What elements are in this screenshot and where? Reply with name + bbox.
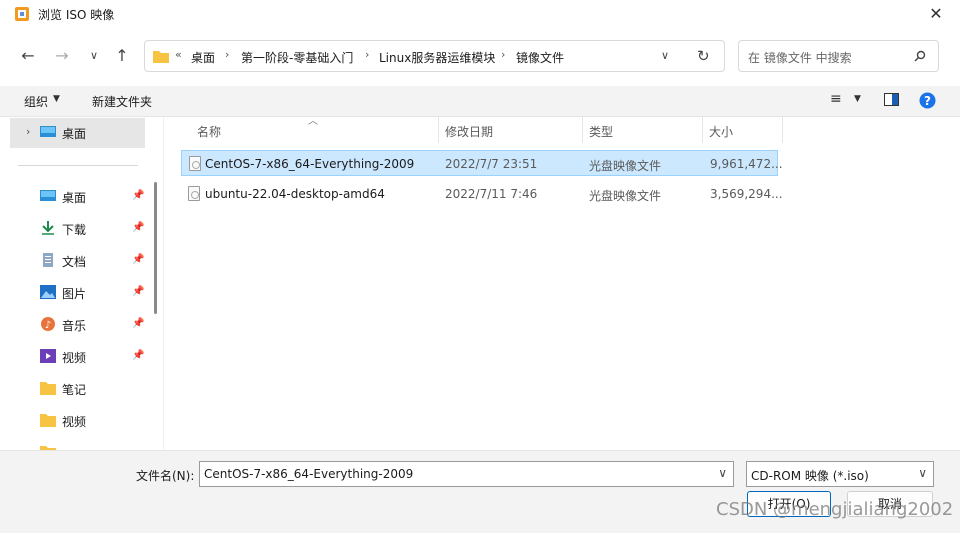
svg-text:?: ? [924, 94, 931, 108]
breadcrumb-overflow[interactable]: « [175, 48, 182, 61]
nav-divider [18, 165, 138, 166]
preview-pane-icon[interactable] [884, 93, 899, 106]
pin-icon[interactable]: 📌 [132, 222, 144, 233]
search-input[interactable]: 在 镜像文件 中搜索 [748, 49, 852, 66]
breadcrumb-separator-icon[interactable]: › [501, 48, 505, 61]
watermark-text: CSDN @mengjialiang2002 [716, 499, 954, 520]
nav-item-label: 下载 [62, 223, 87, 237]
column-header-size[interactable]: 大小 [709, 123, 733, 140]
column-separator[interactable] [782, 117, 783, 143]
nav-item-videos-folder[interactable]: 视频 [10, 406, 145, 436]
nav-item-label: 桌面 [62, 127, 87, 141]
nav-item-downloads[interactable]: 下载 📌 [10, 214, 145, 244]
chevron-down-icon[interactable]: ∨ [918, 466, 927, 480]
organize-dropdown-icon[interactable]: ▼ [53, 94, 60, 104]
nav-item-label: 视频 [62, 415, 87, 429]
organize-button[interactable]: 组织 [24, 93, 48, 110]
close-icon[interactable]: ✕ [926, 4, 946, 24]
file-size: 3,569,294... [710, 187, 783, 201]
nav-item-notes[interactable]: 笔记 [10, 374, 145, 404]
file-type: 光盘映像文件 [589, 189, 662, 203]
nav-scrollbar[interactable] [154, 182, 157, 314]
desktop-icon [40, 126, 56, 137]
nav-item-music[interactable]: ♪ 音乐 📌 [10, 310, 145, 340]
breadcrumb-item-stage1[interactable]: 第一阶段-零基础入门 [241, 49, 353, 66]
sort-ascending-icon: ︿ [308, 116, 318, 127]
file-row-centos[interactable]: CentOS-7-x86_64-Everything-2009 2022/7/7… [181, 150, 783, 176]
column-separator[interactable] [702, 117, 703, 143]
pin-icon[interactable]: 📌 [132, 190, 144, 201]
pane-divider[interactable] [163, 117, 164, 450]
expand-chevron-icon[interactable]: › [26, 125, 30, 138]
address-dropdown-chevron-icon[interactable]: ∨ [661, 49, 669, 62]
refresh-icon[interactable]: ↻ [697, 47, 710, 65]
download-icon [42, 221, 54, 235]
file-name: ubuntu-22.04-desktop-amd64 [205, 187, 385, 201]
nav-item-label: 笔记 [62, 383, 87, 397]
desktop-icon [40, 190, 56, 201]
back-arrow-icon[interactable]: ← [16, 44, 40, 68]
recent-locations-chevron-icon[interactable]: ∨ [82, 44, 106, 68]
pictures-icon [40, 285, 56, 299]
file-size: 9,961,472... [710, 157, 783, 171]
file-type-filter-select[interactable]: CD-ROM 映像 (*.iso) ∨ [746, 461, 934, 487]
pin-icon[interactable]: 📌 [132, 350, 144, 361]
new-folder-button[interactable]: 新建文件夹 [92, 93, 152, 110]
pin-icon[interactable]: 📌 [132, 286, 144, 297]
file-type-filter-value: CD-ROM 映像 (*.iso) [751, 469, 869, 483]
video-icon [40, 349, 56, 363]
up-arrow-icon[interactable]: ↑ [110, 44, 134, 68]
view-dropdown-icon[interactable]: ▼ [854, 94, 861, 104]
file-name: CentOS-7-x86_64-Everything-2009 [205, 157, 415, 171]
vmware-app-icon [15, 7, 29, 21]
nav-item-documents[interactable]: 文档 📌 [10, 246, 145, 276]
address-bar[interactable]: « 桌面 › 第一阶段-零基础入门 › Linux服务器运维模块 › 镜像文件 … [144, 40, 725, 72]
search-box[interactable]: 在 镜像文件 中搜索 [738, 40, 939, 72]
filename-combobox[interactable]: CentOS-7-x86_64-Everything-2009 ∨ [199, 461, 734, 487]
breadcrumb-item-iso-folder[interactable]: 镜像文件 [516, 49, 564, 66]
window-title: 浏览 ISO 映像 [38, 8, 115, 22]
breadcrumb-item-desktop[interactable]: 桌面 [191, 49, 215, 66]
nav-item-label: 桌面 [62, 191, 87, 205]
nav-item-pictures[interactable]: 图片 📌 [10, 278, 145, 308]
nav-item-desktop[interactable]: 桌面 📌 [10, 182, 145, 212]
file-type: 光盘映像文件 [589, 159, 662, 173]
column-header-date[interactable]: 修改日期 [445, 123, 493, 140]
nav-item-desktop-root[interactable]: › 桌面 [10, 118, 145, 148]
file-date: 2022/7/11 7:46 [445, 187, 538, 201]
folder-icon [40, 382, 56, 395]
svg-text:♪: ♪ [45, 320, 51, 331]
column-header-type[interactable]: 类型 [589, 123, 613, 140]
filename-input[interactable]: CentOS-7-x86_64-Everything-2009 [204, 467, 413, 481]
column-separator[interactable] [582, 117, 583, 143]
file-date: 2022/7/7 23:51 [445, 157, 538, 171]
iso-file-icon [189, 156, 201, 171]
search-icon[interactable] [914, 50, 926, 62]
breadcrumb-separator-icon[interactable]: › [365, 48, 369, 61]
title-bar: 浏览 ISO 映像 ✕ [0, 0, 960, 28]
column-header-name[interactable]: 名称 [197, 123, 221, 140]
nav-item-videos[interactable]: 视频 📌 [10, 342, 145, 372]
iso-file-icon [188, 186, 200, 201]
folder-icon [40, 414, 56, 427]
music-icon: ♪ [41, 317, 55, 331]
chevron-down-icon[interactable]: ∨ [718, 466, 727, 480]
help-icon[interactable]: ? [919, 92, 936, 109]
folder-icon [153, 51, 169, 63]
breadcrumb-separator-icon[interactable]: › [225, 48, 229, 61]
nav-item-label: 音乐 [62, 319, 87, 333]
filename-label: 文件名(N): [136, 469, 195, 483]
pin-icon[interactable]: 📌 [132, 318, 144, 329]
file-row-ubuntu[interactable]: ubuntu-22.04-desktop-amd64 2022/7/11 7:4… [181, 181, 783, 207]
forward-arrow-icon[interactable]: → [50, 44, 74, 68]
breadcrumb-item-linux-module[interactable]: Linux服务器运维模块 [379, 49, 495, 66]
command-bar: 组织 ▼ 新建文件夹 ≡ ▼ ? [0, 86, 960, 117]
nav-item-label: 视频 [62, 351, 87, 365]
nav-item-label: 图片 [62, 287, 87, 301]
pin-icon[interactable]: 📌 [132, 254, 144, 265]
document-icon [43, 253, 53, 267]
nav-item-label: 文档 [62, 255, 87, 269]
view-options-icon[interactable]: ≡ [830, 91, 842, 107]
column-separator[interactable] [438, 117, 439, 143]
